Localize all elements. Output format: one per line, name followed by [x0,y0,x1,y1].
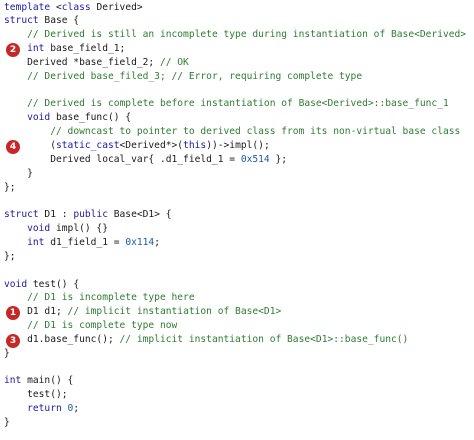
code-line: Derived local_var{ .d1_field_1 = 0x514 }… [4,152,287,168]
code-text: } [4,167,33,179]
code-comment: // Derived is still an incomplete type d… [27,29,467,41]
code-comment: // downcast to pointer to derived class … [50,126,461,138]
code-text: }; [269,153,288,165]
code-keyword: this [183,140,207,151]
code-line: } [4,415,10,431]
code-text: }; [4,250,16,262]
code-text: ))->impl(); [206,140,270,151]
code-text: } [4,347,10,359]
code-keyword: struct [4,209,39,221]
code-comment: // OK [159,56,189,68]
code-comment: // Derived base_filed_3; // Error, requi… [27,70,363,82]
code-text: Derived *base_field_2; [4,56,160,68]
code-number: 0x514 [240,153,270,165]
code-keyword: class [61,1,91,13]
code-text: <Derived*>( [119,140,184,151]
code-keyword: public [73,209,108,221]
callout-marker-2: 2 [6,43,20,58]
code-keyword: int [27,43,45,55]
code-keyword: void [27,223,51,235]
code-keyword: template [4,1,51,13]
code-line: } [4,346,10,362]
code-keyword: void [27,112,51,124]
code-line: d1.base_func(); // implicit instantiatio… [4,332,408,348]
code-text: base_func() { [50,112,132,124]
code-text: }; [4,181,16,193]
code-view: template <class Derived> struct Base { //… [0,0,474,440]
code-text: Derived> [90,1,143,13]
code-comment: // D1 is incomplete type here [27,292,195,304]
code-keyword: int [27,236,45,248]
code-text: Base { [38,15,80,27]
code-text: main() { [21,375,74,387]
code-text: Derived local_var{ .d1_field_1 = [4,153,241,165]
code-line: // Derived base_filed_3; // Error, requi… [4,69,362,85]
code-text: base_field_1; [44,43,126,55]
code-text: } [4,417,10,428]
code-comment: // implicit instantiation of Base<D1> [67,306,282,318]
code-keyword: static_cast [55,140,120,151]
code-text: < [50,1,62,13]
code-text: impl() {} [50,223,108,235]
code-line: }; [4,249,16,265]
code-text: test(); [4,389,68,401]
code-text: D1 : [38,209,74,221]
code-text: d1.base_func(); [4,333,120,345]
code-keyword: return [27,403,62,415]
code-text: ; [73,403,80,415]
code-text: Base<D1> { [107,209,172,221]
callout-marker-4: 4 [6,140,20,154]
code-line: return 0; [4,401,79,417]
code-line: }; [4,180,16,196]
code-line: int d1_field_1 = 0x114; [4,235,160,251]
code-text: test() { [27,278,80,290]
code-number: 0x114 [125,236,155,248]
code-comment: // Derived is complete before instantiat… [27,98,449,110]
code-keyword: void [4,278,28,290]
code-comment: // implicit instantiation of Base<D1>::b… [119,333,409,345]
code-keyword: struct [4,15,39,27]
code-text: ; [154,236,160,248]
code-keyword: int [4,375,22,387]
code-comment: // D1 is complete type now [27,320,178,332]
callout-marker-3: 3 [6,333,20,348]
code-text: d1_field_1 = [44,236,126,248]
